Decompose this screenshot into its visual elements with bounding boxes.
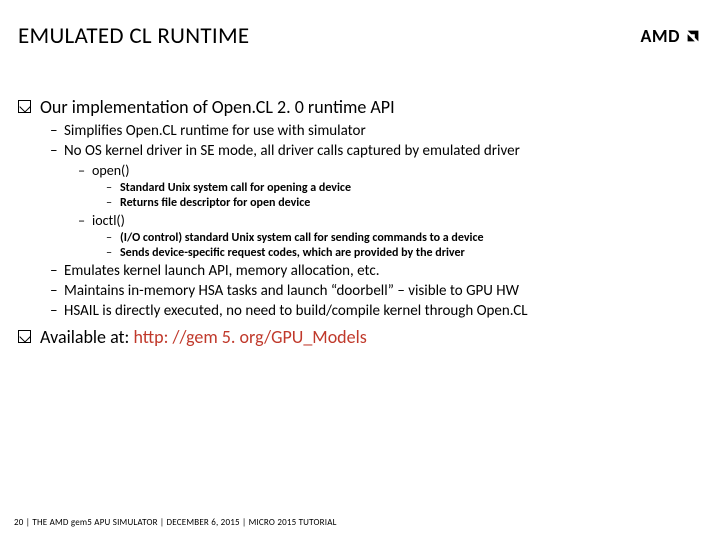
bullet-l3: open() [78, 162, 702, 179]
footer-sep: | [158, 517, 167, 528]
footer-sep: | [240, 517, 249, 528]
slide-footer: 20 | THE AMD gem5 APU SIMULATOR | DECEMB… [14, 517, 337, 528]
title-row: EMULATED CL RUNTIME AMD [18, 22, 702, 50]
available-label: Available at: [40, 326, 133, 348]
bullet-l2: HSAIL is directly executed, no need to b… [50, 302, 702, 320]
page-number: 20 [14, 517, 24, 528]
slide-body: Our implementation of Open.CL 2. 0 runti… [18, 90, 702, 352]
amd-logo-text: AMD [641, 25, 681, 47]
footer-part: MICRO 2015 TUTORIAL [249, 517, 337, 528]
slide: EMULATED CL RUNTIME AMD Our implementati… [0, 0, 720, 540]
bullet-l4: Standard Unix system call for opening a … [106, 181, 702, 195]
bullet-l1-available: Available at: http: //gem 5. org/GPU_Mod… [18, 326, 702, 348]
bullet-l2: Simplifies Open.CL runtime for use with … [50, 122, 702, 140]
bullet-l2: Maintains in-memory HSA tasks and launch… [50, 282, 702, 300]
footer-part: DECEMBER 6, 2015 [167, 517, 240, 528]
amd-arrow-icon [684, 27, 702, 45]
footer-part: THE AMD gem5 APU SIMULATOR [32, 517, 157, 528]
amd-logo: AMD [641, 25, 703, 47]
bullet-l4: (I/O control) standard Unix system call … [106, 231, 702, 245]
bullet-l4: Sends device-specific request codes, whi… [106, 246, 702, 260]
bullet-l4: Returns file descriptor for open device [106, 196, 702, 210]
bullet-l2: No OS kernel driver in SE mode, all driv… [50, 142, 702, 160]
slide-title: EMULATED CL RUNTIME [18, 22, 249, 50]
gem5-link[interactable]: http: //gem 5. org/GPU_Models [133, 326, 366, 348]
bullet-l1: Our implementation of Open.CL 2. 0 runti… [18, 96, 702, 118]
bullet-l2: Emulates kernel launch API, memory alloc… [50, 262, 702, 280]
bullet-l3: ioctl() [78, 212, 702, 229]
